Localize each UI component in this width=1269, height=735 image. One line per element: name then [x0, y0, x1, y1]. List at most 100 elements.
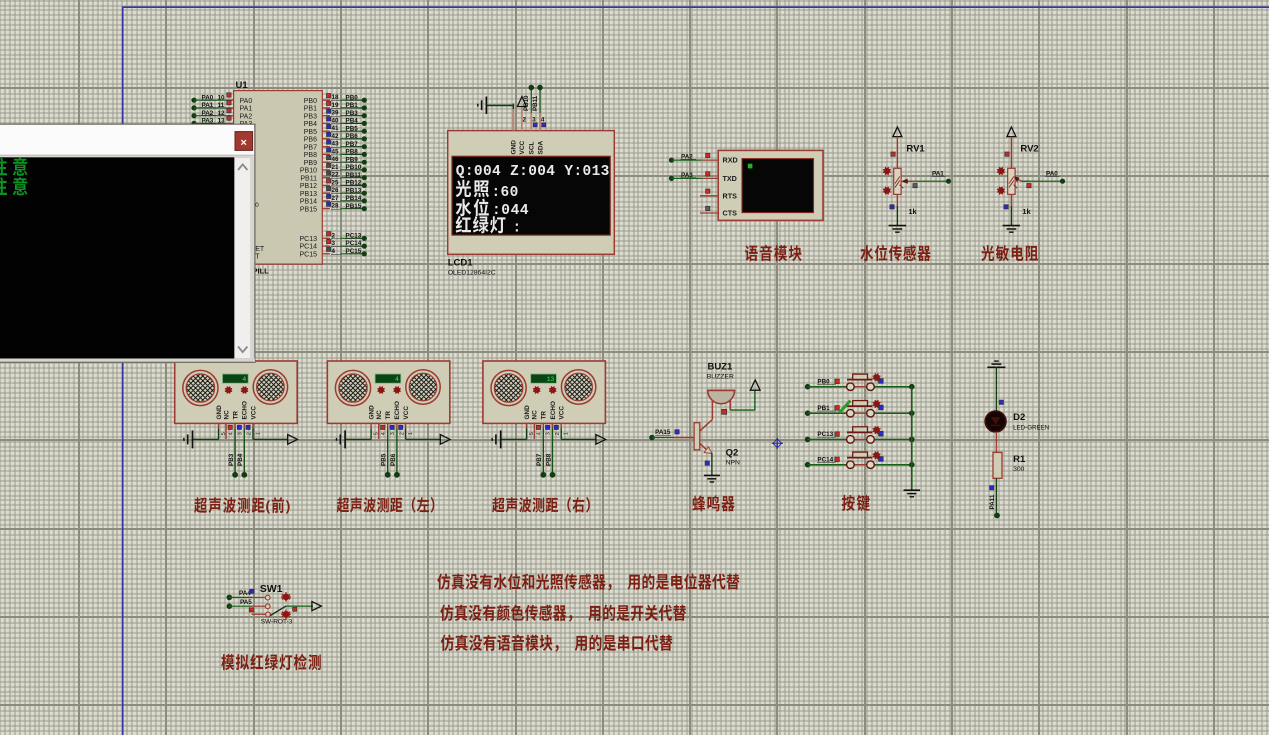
svg-text:PB10: PB10 — [523, 95, 530, 111]
svg-text:NC: NC — [376, 410, 383, 420]
svg-text:2: 2 — [555, 432, 561, 435]
svg-text:PB9: PB9 — [304, 160, 317, 167]
svg-text:39: 39 — [332, 110, 340, 117]
svg-text:3: 3 — [546, 432, 552, 435]
svg-text:40: 40 — [332, 117, 340, 124]
svg-text:4: 4 — [229, 432, 235, 435]
svg-text:1k: 1k — [908, 207, 917, 216]
svg-text:NC: NC — [223, 410, 230, 420]
svg-text:PA4: PA4 — [239, 590, 251, 597]
svg-text:PB13: PB13 — [300, 191, 317, 198]
svg-text:GND: GND — [368, 405, 375, 420]
svg-text:PB14: PB14 — [300, 199, 317, 206]
svg-text:NPN: NPN — [726, 459, 740, 466]
svg-text:BUZZER: BUZZER — [707, 374, 734, 381]
svg-text:27: 27 — [332, 195, 340, 202]
svg-text:PB15: PB15 — [300, 206, 317, 213]
svg-text:19: 19 — [332, 102, 340, 109]
svg-text:SW-ROT-3: SW-ROT-3 — [261, 619, 293, 626]
svg-text:4: 4 — [381, 432, 387, 435]
svg-text:GND: GND — [216, 405, 223, 420]
svg-text:4: 4 — [332, 248, 336, 255]
svg-text::60: :60 — [492, 185, 519, 201]
svg-text:Q2: Q2 — [726, 448, 739, 459]
svg-text:13: 13 — [547, 376, 555, 383]
svg-text:42: 42 — [332, 133, 340, 140]
svg-text:PB5: PB5 — [304, 129, 317, 136]
svg-text:ECHO: ECHO — [242, 401, 249, 419]
svg-text:1: 1 — [564, 432, 570, 435]
svg-text:PB4: PB4 — [304, 121, 317, 128]
svg-text:D2: D2 — [1013, 412, 1025, 423]
svg-text:RXD: RXD — [723, 156, 738, 165]
svg-text:25: 25 — [332, 179, 340, 186]
svg-text:PC13: PC13 — [299, 236, 317, 243]
svg-text:ET: ET — [255, 246, 265, 253]
svg-text:2: 2 — [399, 432, 405, 435]
svg-text:VCC: VCC — [250, 406, 257, 420]
svg-text:43: 43 — [332, 141, 340, 148]
svg-text:3: 3 — [390, 432, 396, 435]
svg-text:TR: TR — [232, 411, 239, 420]
svg-text:PB7: PB7 — [304, 144, 317, 151]
svg-text::: : — [513, 220, 522, 236]
svg-text:ECHO: ECHO — [394, 401, 401, 419]
svg-text:45: 45 — [332, 148, 340, 155]
svg-text:PA0: PA0 — [240, 98, 253, 105]
svg-text:2: 2 — [332, 232, 336, 239]
svg-text:PB12: PB12 — [300, 183, 317, 190]
svg-text:PB8: PB8 — [545, 453, 552, 466]
svg-text:PB4: PB4 — [237, 453, 244, 466]
svg-text:PA5: PA5 — [240, 599, 252, 606]
svg-text:Q:004 Z:004 Y:013: Q:004 Z:004 Y:013 — [456, 164, 610, 180]
svg-text:NC: NC — [532, 410, 539, 420]
svg-text:PB3: PB3 — [304, 113, 317, 120]
svg-text:22: 22 — [332, 172, 340, 179]
svg-text:RTS: RTS — [723, 191, 738, 200]
svg-text:41: 41 — [332, 125, 340, 132]
svg-text:PC14: PC14 — [299, 244, 317, 251]
svg-text:2: 2 — [247, 432, 253, 435]
svg-text:OLED12864I2C: OLED12864I2C — [448, 270, 496, 277]
svg-text:12: 12 — [218, 110, 226, 117]
svg-text:VCC: VCC — [559, 406, 566, 420]
svg-text:10: 10 — [218, 94, 226, 101]
svg-text:VCC: VCC — [519, 140, 526, 154]
svg-text:PB11: PB11 — [300, 175, 317, 182]
svg-text:PB5: PB5 — [381, 453, 388, 466]
svg-text:GND: GND — [524, 405, 531, 420]
svg-text:PB1: PB1 — [304, 106, 317, 113]
svg-text:4: 4 — [395, 376, 399, 383]
svg-text:11: 11 — [218, 102, 225, 109]
svg-text:PA1: PA1 — [240, 106, 253, 113]
svg-text:ECHO: ECHO — [550, 401, 557, 419]
svg-text:SCL: SCL — [529, 141, 536, 154]
svg-text:4: 4 — [242, 376, 246, 383]
svg-text:PB11: PB11 — [532, 95, 539, 111]
svg-text:18: 18 — [332, 94, 340, 101]
svg-text:1: 1 — [255, 432, 261, 435]
svg-text:PB10: PB10 — [300, 168, 317, 175]
svg-text:0: 0 — [255, 202, 259, 209]
svg-text:TXD: TXD — [723, 174, 737, 183]
svg-text:4: 4 — [537, 432, 543, 435]
svg-text:300: 300 — [1013, 466, 1025, 473]
svg-text:TR: TR — [385, 411, 392, 420]
svg-text:21: 21 — [332, 164, 340, 171]
svg-text:SW1: SW1 — [260, 583, 283, 595]
svg-text:PB0: PB0 — [304, 98, 317, 105]
svg-text:13: 13 — [218, 118, 226, 125]
svg-text:1k: 1k — [1022, 207, 1031, 216]
svg-text:PA11: PA11 — [989, 494, 996, 509]
svg-text:(: ( — [266, 499, 271, 514]
svg-text:PA2: PA2 — [240, 113, 253, 120]
svg-text:3: 3 — [332, 240, 336, 247]
svg-text:1: 1 — [408, 432, 414, 435]
svg-text:26: 26 — [332, 187, 340, 194]
svg-text:SDA: SDA — [537, 140, 544, 154]
svg-text:✕: ✕ — [240, 138, 247, 148]
svg-text:GND: GND — [511, 140, 518, 155]
svg-text:T: T — [255, 254, 260, 261]
svg-text:PB3: PB3 — [228, 453, 235, 466]
svg-text:TR: TR — [541, 411, 548, 420]
